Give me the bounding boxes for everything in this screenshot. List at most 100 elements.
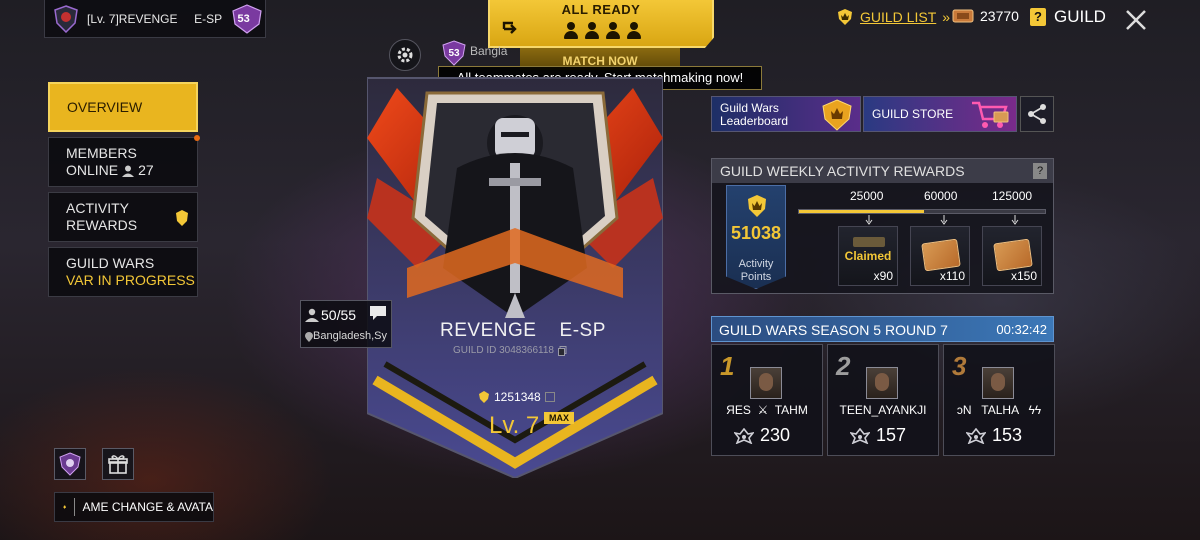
team-score-value: 153 <box>992 425 1023 445</box>
team-name: ɔN TALHA ϟϟ <box>956 403 1042 417</box>
team-avatar <box>982 367 1014 399</box>
player-ready-icon <box>564 22 578 39</box>
team-rank: 2 <box>836 351 851 381</box>
announcement-text: AME CHANGE & AVATA <box>82 500 213 514</box>
player-ready-icon <box>606 22 620 39</box>
activity-points-box: 51038 Activity Points <box>726 185 786 289</box>
milestone-2: 60000 <box>924 189 958 203</box>
gear-icon <box>397 47 413 63</box>
tab-wars-label: GUILD WARS <box>66 255 155 271</box>
milestone-arrow-icon <box>940 215 948 225</box>
guild-shield-icon <box>53 4 79 34</box>
player-ready-icon <box>585 22 599 39</box>
guild-store-label: GUILD STORE <box>872 107 954 121</box>
copy-icon[interactable] <box>558 345 567 356</box>
info-icon[interactable] <box>544 392 555 402</box>
guild-token-icon <box>993 238 1033 272</box>
tab-guild-wars[interactable]: GUILD WARS VAR IN PROGRESS <box>48 247 198 297</box>
weekly-header: GUILD WEEKLY ACTIVITY REWARDS ? <box>712 159 1053 183</box>
tab-members-label: MEMBERS <box>66 145 137 161</box>
guild-list-label: GUILD LIST <box>860 9 937 25</box>
activity-progress-track <box>798 209 1046 214</box>
player-name: [Lv. 7]REVENGE E-SP <box>87 11 223 26</box>
milestone-1: 25000 <box>850 189 884 203</box>
guild-id: GUILD ID 3048366118 <box>453 345 567 356</box>
guild-id-text: GUILD ID 3048366118 <box>453 345 554 356</box>
level-badge-icon: 53 <box>230 3 262 34</box>
leave-team-icon[interactable] <box>499 19 519 39</box>
reward-claimed-label: Claimed <box>844 249 892 263</box>
player-ready-icon <box>627 22 641 39</box>
guild-info-card: 50/55 Bangladesh,Sy <box>300 300 392 348</box>
activity-progress-fill <box>799 210 925 213</box>
reward-qty: x150 <box>1010 269 1037 283</box>
gift-button[interactable] <box>102 448 134 480</box>
guild-token-icon <box>921 238 961 272</box>
tab-members-online[interactable]: MEMBERS ONLINE 27 <box>48 135 200 187</box>
milestone-arrow-icon <box>1011 215 1019 225</box>
guild-wars-leaderboard-button[interactable]: Guild Wars Leaderboard <box>711 96 861 132</box>
team-avatar <box>866 367 898 399</box>
team-score: 230 <box>734 425 790 446</box>
war-team-card[interactable]: 2 TEEN_AYANKJI 157 <box>827 344 939 456</box>
team-rank: 3 <box>952 351 967 381</box>
team-rank: 1 <box>720 351 735 381</box>
member-level-badge: 53 <box>441 40 467 66</box>
war-team-card[interactable]: 1 ЯES ⚔ TAHM 230 <box>711 344 823 456</box>
glory-icon <box>479 391 489 403</box>
all-ready-panel[interactable]: ALL READY <box>488 0 714 48</box>
war-points-icon <box>966 427 986 444</box>
war-team-card[interactable]: 3 ɔN TALHA ϟϟ 153 <box>943 344 1055 456</box>
guild-location: Bangladesh,Sy <box>313 330 387 342</box>
member-level-value: 53 <box>448 47 460 59</box>
close-icon[interactable] <box>1122 6 1150 34</box>
chat-icon[interactable] <box>369 305 387 321</box>
reward-slot-1[interactable]: Claimed x90 <box>838 226 898 286</box>
share-icon <box>1028 104 1046 124</box>
location-pin-icon <box>305 332 313 342</box>
player-bar[interactable]: [Lv. 7]REVENGE E-SP 53 <box>44 0 266 38</box>
guild-currency: 23770 <box>952 8 1019 24</box>
team-avatar <box>750 367 782 399</box>
page-title-group: ? GUILD <box>1030 7 1106 27</box>
reward-slot-3[interactable]: x150 <box>982 226 1042 286</box>
guild-list-link[interactable]: GUILD LIST » <box>836 8 950 26</box>
members-icon <box>305 308 319 322</box>
reward-slot-2[interactable]: x110 <box>910 226 970 286</box>
leaderboard-label-line2: Leaderboard <box>720 114 789 128</box>
share-button[interactable] <box>1020 96 1054 132</box>
guild-wars-header[interactable]: GUILD WARS SEASON 5 ROUND 7 00:32:42 <box>711 316 1054 342</box>
guild-badge-icon <box>176 210 188 226</box>
guild-level: Lv. 7 <box>489 412 540 439</box>
war-points-icon <box>850 427 870 444</box>
weekly-help-icon[interactable]: ? <box>1033 163 1047 179</box>
team-score-value: 157 <box>876 425 907 445</box>
reward-qty: x90 <box>873 269 893 283</box>
player-level-badge: 53 <box>237 12 250 25</box>
guild-store-button[interactable]: GUILD STORE <box>863 96 1017 132</box>
guild-crown-icon <box>748 195 766 217</box>
gift-icon <box>108 455 128 474</box>
tab-wars-status: VAR IN PROGRESS <box>66 272 195 288</box>
milestone-arrow-icon <box>865 215 873 225</box>
team-score-value: 230 <box>760 425 791 445</box>
settings-button[interactable] <box>389 39 421 71</box>
notification-dot <box>194 135 200 141</box>
milestone-3: 125000 <box>992 189 1033 203</box>
team-score: 157 <box>850 425 906 446</box>
page-title: GUILD <box>1054 7 1106 26</box>
guild-token-icon <box>952 9 974 23</box>
guild-list-arrows: » <box>942 9 951 25</box>
all-ready-label: ALL READY <box>561 2 641 17</box>
guild-shield-icon <box>838 9 852 25</box>
trophy-shield-icon <box>822 99 852 131</box>
tab-overview[interactable]: OVERVIEW <box>48 82 198 132</box>
guild-badge-button[interactable] <box>54 448 86 480</box>
tab-activity-rewards[interactable]: ACTIVITY REWARDS <box>48 192 198 242</box>
currency-amount: 23770 <box>980 8 1019 24</box>
members-online-count: 27 <box>138 162 154 178</box>
announcement-bar[interactable]: AME CHANGE & AVATA <box>54 492 214 522</box>
help-icon[interactable]: ? <box>1030 8 1046 26</box>
guild-name: REVENGE E-SP <box>440 320 606 341</box>
war-points-icon <box>734 427 754 444</box>
